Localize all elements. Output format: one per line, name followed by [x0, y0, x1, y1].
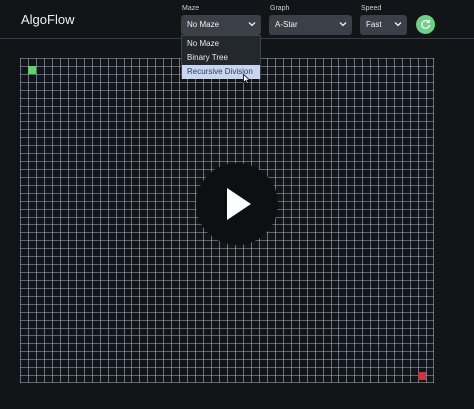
speed-select[interactable]: Fast: [360, 15, 407, 35]
graph-label: Graph: [270, 5, 290, 12]
graph-select[interactable]: A-Star: [269, 15, 352, 35]
app-window: AlgoFlow Maze No Maze Graph A-Star Speed…: [0, 0, 474, 409]
play-button[interactable]: [196, 163, 278, 245]
mouse-pointer-icon: [243, 74, 251, 85]
speed-label: Speed: [361, 5, 382, 12]
maze-label: Maze: [182, 5, 200, 12]
start-node[interactable]: [28, 66, 36, 74]
play-icon: [227, 188, 251, 220]
chevron-down-icon: [248, 22, 256, 27]
maze-select-value: No Maze: [187, 20, 220, 29]
chevron-down-icon: [394, 22, 402, 27]
top-bar: AlgoFlow Maze No Maze Graph A-Star Speed…: [0, 0, 474, 39]
speed-select-value: Fast: [366, 20, 382, 29]
chevron-down-icon: [339, 22, 347, 27]
maze-option-no-maze[interactable]: No Maze: [182, 37, 260, 51]
end-node[interactable]: [418, 372, 426, 380]
maze-select[interactable]: No Maze: [181, 15, 261, 35]
app-title: AlgoFlow: [21, 12, 75, 27]
refresh-button[interactable]: [416, 15, 435, 34]
graph-select-value: A-Star: [275, 20, 298, 29]
refresh-icon: [421, 19, 430, 29]
maze-dropdown-menu: No Maze Binary Tree Recursive Division: [181, 35, 261, 79]
maze-option-binary-tree[interactable]: Binary Tree: [182, 51, 260, 65]
